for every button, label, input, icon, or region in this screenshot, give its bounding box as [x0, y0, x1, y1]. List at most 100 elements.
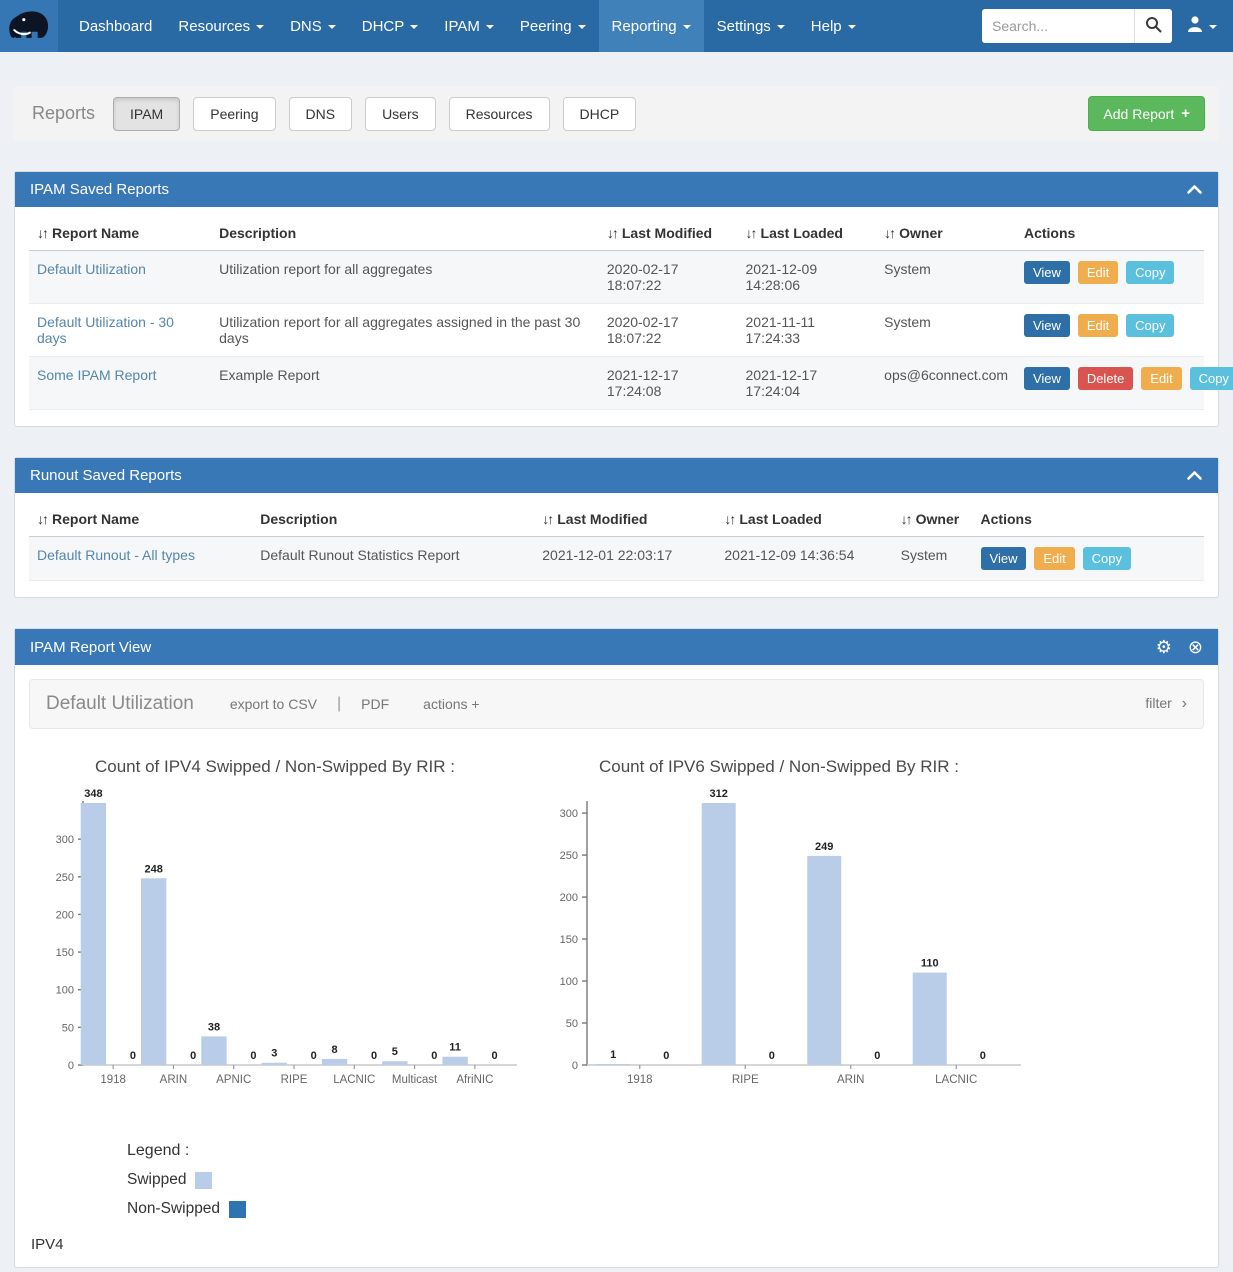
svg-text:0: 0 — [250, 1050, 256, 1062]
copy-button[interactable]: Copy — [1126, 261, 1174, 284]
nav-item-dhcp[interactable]: DHCP — [349, 0, 432, 52]
last-loaded-value: 2021-11-11 17:24:33 — [738, 304, 877, 357]
add-report-button[interactable]: Add Report + — [1088, 96, 1205, 131]
svg-text:110: 110 — [921, 958, 939, 970]
user-menu[interactable] — [1184, 11, 1219, 41]
caret-down-icon — [256, 25, 264, 29]
nav-item-peering[interactable]: Peering — [507, 0, 599, 52]
col-owner[interactable]: ↓↑Owner — [893, 499, 973, 537]
collapse-chevron-up-icon[interactable] — [1186, 470, 1203, 481]
report-link[interactable]: Default Runout - All types — [37, 547, 195, 563]
copy-button[interactable]: Copy — [1190, 367, 1233, 390]
last-loaded-value: 2021-12-09 14:28:06 — [738, 251, 877, 304]
search-icon — [1145, 16, 1162, 36]
nav-item-resources[interactable]: Resources — [165, 0, 277, 52]
sort-icon: ↓↑ — [884, 225, 894, 241]
user-icon — [1186, 15, 1204, 37]
nav-item-ipam[interactable]: IPAM — [431, 0, 507, 52]
svg-text:ARIN: ARIN — [160, 1074, 187, 1086]
nav-item-reporting[interactable]: Reporting — [599, 0, 704, 52]
edit-button[interactable]: Edit — [1034, 547, 1074, 570]
owner-value: System — [876, 304, 1016, 357]
edit-button[interactable]: Edit — [1078, 261, 1118, 284]
col-report-name[interactable]: ↓↑Report Name — [29, 213, 211, 251]
tab-dhcp[interactable]: DHCP — [563, 97, 637, 131]
sort-icon: ↓↑ — [746, 225, 756, 241]
col-last-modified[interactable]: ↓↑Last Modified — [534, 499, 716, 537]
nav-label: DNS — [290, 18, 322, 35]
last-modified-value: 2020-02-17 18:07:22 — [599, 304, 738, 357]
nav-item-help[interactable]: Help — [798, 0, 869, 52]
delete-button[interactable]: Delete — [1078, 367, 1134, 390]
tab-dns[interactable]: DNS — [289, 97, 353, 131]
copy-button[interactable]: Copy — [1126, 314, 1174, 337]
svg-text:50: 50 — [62, 1022, 74, 1034]
edit-button[interactable]: Edit — [1141, 367, 1181, 390]
tab-resources[interactable]: Resources — [449, 97, 550, 131]
filter-toggle[interactable]: filter › — [1145, 695, 1187, 713]
collapse-chevron-up-icon[interactable] — [1186, 184, 1203, 195]
sort-icon: ↓↑ — [542, 511, 552, 527]
toolbar-divider: | — [337, 695, 341, 713]
app-logo[interactable] — [0, 0, 58, 52]
last-modified-value: 2020-02-17 18:07:22 — [599, 251, 738, 304]
owner-value: System — [893, 537, 973, 581]
ipv6-bar-chart: Count of IPV6 Swipped / Non-Swipped By R… — [533, 757, 1025, 1108]
tab-ipam[interactable]: IPAM — [113, 97, 180, 131]
add-report-label: Add Report — [1103, 106, 1174, 122]
tab-peering[interactable]: Peering — [193, 97, 275, 131]
close-circle-icon[interactable]: ⊗ — [1188, 638, 1203, 656]
ipam-reports-table: ↓↑Report Name Description ↓↑Last Modifie… — [29, 213, 1204, 410]
nav-item-settings[interactable]: Settings — [704, 0, 798, 52]
report-description: Utilization report for all aggregates — [211, 251, 599, 304]
copy-button[interactable]: Copy — [1083, 547, 1131, 570]
view-button[interactable]: View — [1024, 261, 1070, 284]
gear-icon[interactable]: ⚙ — [1156, 638, 1172, 656]
svg-text:0: 0 — [492, 1050, 498, 1062]
panel-title: Runout Saved Reports — [30, 467, 182, 484]
view-button[interactable]: View — [1024, 367, 1070, 390]
view-button[interactable]: View — [1024, 314, 1070, 337]
report-link[interactable]: Some IPAM Report — [37, 367, 157, 383]
col-description[interactable]: Description — [252, 499, 534, 537]
col-last-loaded[interactable]: ↓↑Last Loaded — [716, 499, 892, 537]
report-description: Default Runout Statistics Report — [252, 537, 534, 581]
plus-icon: + — [1181, 105, 1190, 122]
export-pdf-link[interactable]: PDF — [361, 696, 389, 712]
caret-down-icon — [410, 25, 418, 29]
col-last-modified[interactable]: ↓↑Last Modified — [599, 213, 738, 251]
actions-menu-link[interactable]: actions + — [423, 696, 479, 712]
col-last-loaded[interactable]: ↓↑Last Loaded — [738, 213, 877, 251]
search-button[interactable] — [1134, 9, 1172, 43]
panel-title: IPAM Report View — [30, 639, 151, 656]
search-group — [982, 9, 1172, 43]
sort-icon: ↓↑ — [37, 511, 47, 527]
legend-item-non-swipped: Non-Swipped — [127, 1200, 1204, 1218]
runout-reports-table: ↓↑Report Name Description ↓↑Last Modifie… — [29, 499, 1204, 581]
svg-text:Multicast: Multicast — [392, 1074, 438, 1086]
edit-button[interactable]: Edit — [1078, 314, 1118, 337]
svg-text:0: 0 — [371, 1050, 377, 1062]
view-button[interactable]: View — [981, 547, 1027, 570]
svg-text:1918: 1918 — [627, 1074, 653, 1086]
report-link[interactable]: Default Utilization - 30 days — [37, 314, 174, 346]
export-csv-link[interactable]: export to CSV — [230, 696, 317, 712]
search-input[interactable] — [982, 9, 1134, 43]
charts-row: Count of IPV4 Swipped / Non-Swipped By R… — [29, 757, 1204, 1108]
svg-text:38: 38 — [208, 1021, 220, 1033]
col-owner[interactable]: ↓↑Owner — [876, 213, 1016, 251]
legend-title: Legend : — [127, 1142, 1204, 1160]
report-link[interactable]: Default Utilization — [37, 261, 146, 277]
nav-item-dns[interactable]: DNS — [277, 0, 349, 52]
svg-text:8: 8 — [331, 1044, 337, 1056]
tab-users[interactable]: Users — [365, 97, 436, 131]
nav-item-dashboard[interactable]: Dashboard — [66, 0, 165, 52]
caret-down-icon — [848, 25, 856, 29]
svg-text:348: 348 — [84, 788, 102, 800]
nav-label: Dashboard — [79, 18, 152, 35]
svg-text:250: 250 — [56, 872, 74, 884]
col-report-name[interactable]: ↓↑Report Name — [29, 499, 252, 537]
svg-text:APNIC: APNIC — [216, 1074, 251, 1086]
svg-text:1: 1 — [610, 1049, 616, 1061]
col-description[interactable]: Description — [211, 213, 599, 251]
